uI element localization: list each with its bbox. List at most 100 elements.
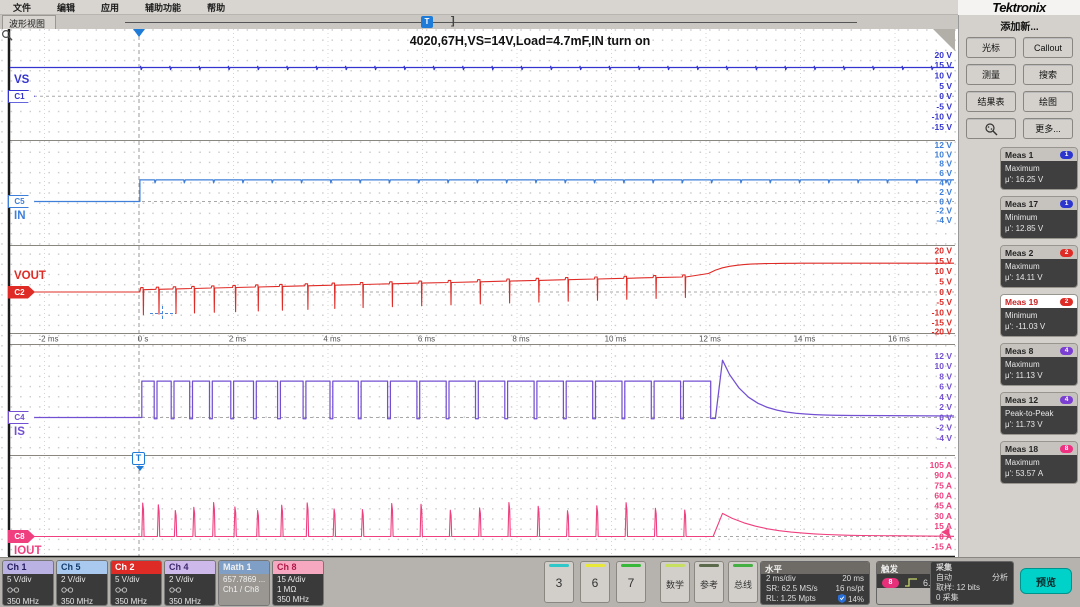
meas-card-meas-12[interactable]: Meas 12 4 Peak-to-Peak μ': 11.73 V [1000,392,1078,435]
horizontal-panel-title: 水平 [761,562,869,574]
channel-badge-ch-5[interactable]: Ch 5 2 V/div 350 MHz [56,560,108,606]
channel-badge-line: 5 V/div [115,575,161,585]
channel-badge-body: 657.7869 ...Ch1 / Ch8 [219,574,269,606]
inactive-channel-button-7[interactable]: 7 [616,561,646,603]
acquisition-panel[interactable]: 采集 自动分析 取样: 12 bits 0 采集 [930,561,1014,605]
sidebar-button-7[interactable]: 更多... [1023,118,1073,139]
channel-label-in: IN [14,210,26,222]
channel-badge-line: Ch1 / Ch8 [223,585,269,595]
meas-card-meas-1[interactable]: Meas 1 1 Maximum μ': 16.25 V [1000,147,1078,190]
sidebar-button-2[interactable]: 测量 [966,64,1016,85]
overview-trigger-handle[interactable]: T [421,16,433,28]
menu-item-0[interactable]: 文件 [0,0,44,15]
meas-card-header: Meas 17 1 [1001,197,1077,210]
meas-card-meas-2[interactable]: Meas 2 2 Maximum μ': 14.11 V [1000,245,1078,288]
horizontal-panel[interactable]: 水平 2 ms/div20 ms SR: 62.5 MS/s16 ns/pt R… [760,561,870,605]
meas-value: μ': 11.13 V [1005,371,1073,382]
meas-source-badge: 1 [1060,200,1073,208]
channel-badge-math-1[interactable]: Math 1 657.7869 ...Ch1 / Ch8 [218,560,270,606]
record-overview-bar[interactable] [125,22,857,23]
bottom-button-1[interactable]: 参考 [694,561,724,603]
menu-item-1[interactable]: 编辑 [44,0,88,15]
sidebar-button-5[interactable]: 绘图 [1023,91,1073,112]
sidebar-button-0[interactable]: 光标 [966,37,1016,58]
bottom-button-0[interactable]: 数学 [660,561,690,603]
svg-text:-4 V: -4 V [936,433,952,443]
meas-card-header: Meas 12 4 [1001,393,1077,406]
channel-badge-line: 350 MHz [61,597,107,606]
menu-item-3[interactable]: 辅助功能 [132,0,194,15]
probe-coupling-icon [115,586,128,594]
menu-item-2[interactable]: 应用 [88,0,132,15]
meas-name: Meas 1 [1005,150,1033,160]
bottom-button-2[interactable]: 总线 [728,561,758,603]
horizontal-scale: 2 ms/div [766,574,796,584]
trigger-position-marker-icon[interactable] [133,29,145,37]
meas-card-meas-17[interactable]: Meas 17 1 Minimum μ': 12.85 V [1000,196,1078,239]
meas-name: Meas 8 [1005,346,1033,356]
sidebar: 添加新... 光标Callout测量搜索结果表绘图 更多... Meas 1 1… [958,15,1080,557]
compression-shield-icon [838,594,846,603]
svg-text:-5 V: -5 V [936,101,952,111]
svg-text:8 V: 8 V [939,371,952,381]
channel-color-stripe [621,564,641,567]
plot-annotation-title: 4020,67H,VS=14V,Load=4.7mF,IN turn on [320,34,740,48]
svg-text:90 A: 90 A [934,470,952,480]
waveform-plot: 20 V15 V10 V5 V0 V-5 V-10 V-15 V12 V10 V… [0,29,958,557]
meas-card-header: Meas 18 8 [1001,442,1077,455]
channel-label-vout: VOUT [14,270,46,282]
svg-text:0 V: 0 V [939,412,952,422]
meas-card-body: Minimum μ': -11.03 V [1001,308,1077,336]
meas-card-meas-18[interactable]: Meas 18 8 Maximum μ': 53.57 A [1000,441,1078,484]
zoom-corner-control[interactable] [933,29,955,51]
channel-badge-ch-1[interactable]: Ch 1 5 V/div 350 MHz [2,560,54,606]
menu-item-4[interactable]: 帮助 [194,0,238,15]
preview-button[interactable]: 预览 [1020,568,1072,594]
svg-text:-4 V: -4 V [936,215,952,225]
channel-badge-name: Ch 2 [111,561,161,574]
meas-card-meas-19[interactable]: Meas 19 2 Minimum μ': -11.03 V [1000,294,1078,337]
meas-card-meas-8[interactable]: Meas 8 4 Maximum μ': 11.13 V [1000,343,1078,386]
svg-text:-15 V: -15 V [932,122,953,132]
meas-stat: Minimum [1005,213,1073,224]
channel-badge-line: 350 MHz [7,597,53,606]
tab-waveform-view[interactable]: 波形视图 [2,15,56,29]
svg-text:-10 V: -10 V [932,112,953,122]
acquisition-title: 采集 [936,563,952,573]
meas-name: Meas 2 [1005,248,1033,258]
sample-rate: SR: 62.5 MS/s [766,584,818,594]
menu-bar: 文件编辑应用辅助功能帮助 [0,0,958,15]
inactive-channel-button-6[interactable]: 6 [580,561,610,603]
sidebar-button-3[interactable]: 搜索 [1023,64,1073,85]
oscilloscope-app: 文件编辑应用辅助功能帮助 Tektronix 波形视图 T ] 20 V15 V… [0,0,1080,607]
channel-badge-line: 2 V/div [61,575,107,585]
channel-badge-ch-8[interactable]: Ch 8 15 A/div1 MΩ350 MHz [272,560,324,606]
trigger-level-arrow-icon[interactable]: ◀ [941,525,949,538]
meas-value: μ': -11.03 V [1005,322,1073,333]
button-color-stripe [699,564,719,567]
svg-text:16 ms: 16 ms [888,335,910,344]
channel-badge-line: 657.7869 ... [223,575,269,585]
sidebar-button-1[interactable]: Callout [1023,37,1073,58]
sidebar-button-zoom-tool[interactable] [966,118,1016,139]
trigger-t-badge[interactable]: T [132,452,145,465]
channel-number: 3 [545,576,573,590]
channel-badge-body: 5 V/div 350 MHz [111,574,161,606]
svg-text:-2 V: -2 V [936,423,952,433]
channel-badge-line: 350 MHz [169,597,215,606]
meas-stat: Maximum [1005,360,1073,371]
meas-name: Meas 12 [1005,395,1038,405]
svg-text:30 A: 30 A [934,511,952,521]
channel-badge-ch-2[interactable]: Ch 2 5 V/div 350 MHz [110,560,162,606]
meas-stat: Peak-to-Peak [1005,409,1073,420]
acquisition-count: 0 采集 [936,593,959,603]
inactive-channel-button-3[interactable]: 3 [544,561,574,603]
meas-card-body: Maximum μ': 11.13 V [1001,357,1077,385]
channel-badge-ch-4[interactable]: Ch 4 2 V/div 350 MHz [164,560,216,606]
overview-window-bracket[interactable]: ] [451,15,455,27]
svg-text:-20 V: -20 V [932,326,953,336]
channel-badge-name: Ch 8 [273,561,323,574]
svg-text:4 ms: 4 ms [323,335,340,344]
meas-name: Meas 18 [1005,444,1038,454]
sidebar-button-4[interactable]: 结果表 [966,91,1016,112]
